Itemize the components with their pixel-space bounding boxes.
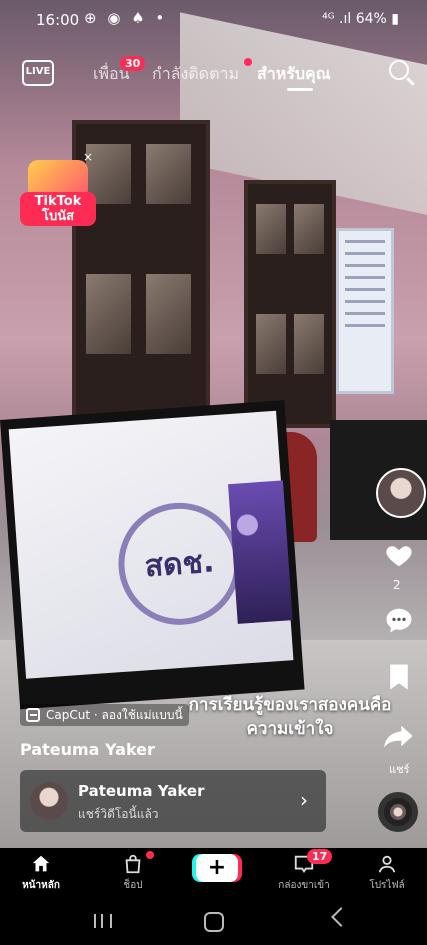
top-nav: LIVE เพื่อน 30 กำลังติดตาม สำหรับคุณ: [0, 52, 427, 92]
tiktok-bonus-widget[interactable]: TikTok โบนัส: [20, 160, 96, 226]
home-icon: [32, 855, 50, 872]
bonus-close-icon[interactable]: ×: [83, 150, 93, 164]
status-time: 16:00: [36, 11, 80, 29]
video-monitor: สดช.: [0, 400, 305, 710]
shop-notification-dot: [146, 851, 154, 859]
profile-icon: [378, 855, 396, 873]
tab-following[interactable]: กำลังติดตาม: [152, 62, 239, 87]
battery-icon: ▮: [391, 11, 399, 27]
back-icon[interactable]: [331, 907, 351, 927]
repost-avatar: [30, 782, 68, 820]
capcut-template-link[interactable]: CapCut · ลองใช้แม่แบบนี้: [20, 704, 189, 726]
nav-shop-label: ช็อป: [123, 880, 143, 891]
battery-level: 64%: [355, 11, 387, 27]
status-right: ⁴ᴳ .ıl 64% ▮: [322, 11, 399, 27]
share-icon[interactable]: [383, 722, 415, 750]
monitor-hex-graphic: [228, 480, 293, 624]
create-button[interactable]: +: [196, 854, 238, 882]
following-dot: [244, 58, 252, 66]
monitor-logo: สดช.: [114, 498, 245, 629]
live-icon[interactable]: LIVE: [22, 60, 54, 86]
like-count: 2: [393, 578, 401, 592]
search-icon[interactable]: [389, 60, 409, 80]
creator-avatar[interactable]: [376, 468, 426, 518]
nav-home-label: หน้าหลัก: [22, 880, 60, 891]
recents-icon[interactable]: [94, 914, 112, 928]
tab-for-you[interactable]: สำหรับคุณ: [257, 62, 331, 87]
video-noticeboard: [336, 228, 394, 394]
notification-icons: ⊕ ◉ ♠ •: [84, 9, 168, 27]
repost-name: Pateuma Yaker: [78, 782, 205, 800]
author-name[interactable]: Pateuma Yaker: [20, 740, 155, 759]
shop-bag-icon: [125, 854, 141, 874]
music-disc-icon[interactable]: [378, 792, 418, 832]
capcut-text: CapCut · ลองใช้แม่แบบนี้: [46, 707, 183, 722]
system-nav-bar: [0, 900, 427, 945]
video-caption: การเรียนรู้ของเราสองคนคือความเข้าใจ: [188, 695, 392, 739]
video-window-right: [244, 180, 336, 428]
nav-profile[interactable]: โปรไฟล์: [352, 852, 422, 893]
signal-icon: ⁴ᴳ .ıl: [322, 11, 352, 27]
inbox-badge: 17: [307, 849, 333, 864]
nav-profile-label: โปรไฟล์: [369, 880, 405, 891]
nav-inbox-label: กล่องขาเข้า: [278, 880, 330, 891]
nav-home[interactable]: หน้าหลัก: [6, 852, 76, 893]
active-tab-indicator: [287, 88, 313, 91]
repost-subtitle: แชร์วิดีโอนี้แล้ว: [78, 807, 159, 821]
chevron-right-icon: ›: [300, 788, 308, 812]
system-home-icon[interactable]: [204, 912, 224, 932]
repost-card[interactable]: Pateuma Yaker แชร์วิดีโอนี้แล้ว ›: [20, 770, 326, 832]
status-bar: 16:00 ⊕ ◉ ♠ • ⁴ᴳ .ıl 64% ▮: [0, 0, 427, 40]
gift-icon: [28, 160, 88, 194]
bookmark-icon[interactable]: [386, 662, 412, 692]
comment-icon[interactable]: [384, 605, 414, 635]
capcut-icon: [26, 708, 40, 722]
heart-icon[interactable]: [384, 540, 414, 570]
friends-badge: 30: [120, 56, 146, 71]
tiktok-feed-screen: สดช. 16:00 ⊕ ◉ ♠ • ⁴ᴳ .ıl 64% ▮ LIVE เพื…: [0, 0, 427, 945]
nav-shop[interactable]: ช็อป: [98, 852, 168, 893]
bonus-label: TikTok โบนัส: [20, 192, 96, 226]
share-label: แชร์: [389, 763, 410, 776]
